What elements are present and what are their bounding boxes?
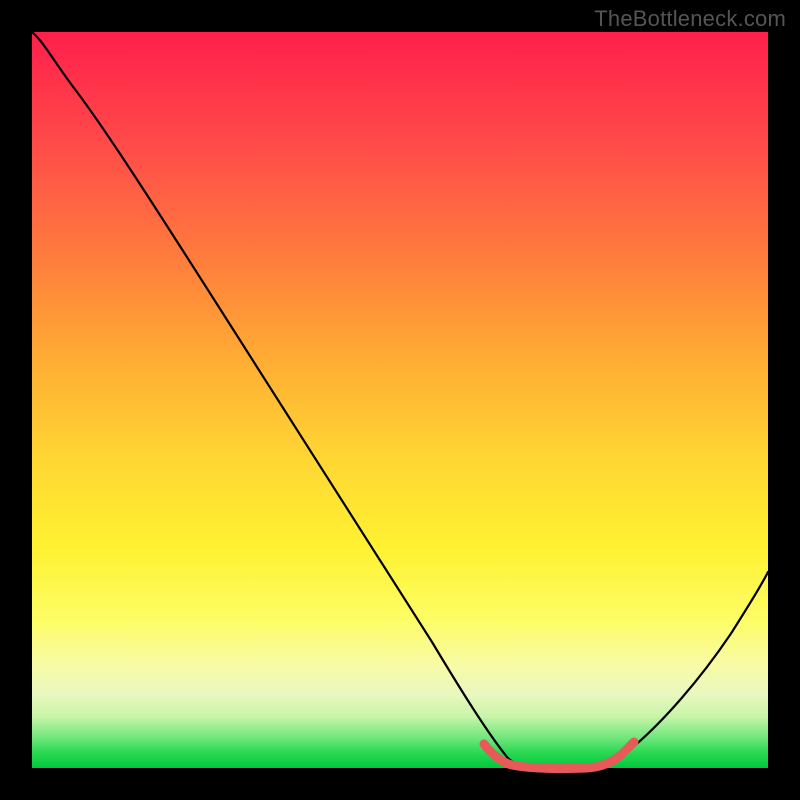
chart-frame: TheBottleneck.com	[0, 0, 800, 800]
chart-svg	[32, 32, 768, 768]
watermark-text: TheBottleneck.com	[594, 6, 786, 32]
bottleneck-curve	[32, 32, 768, 768]
